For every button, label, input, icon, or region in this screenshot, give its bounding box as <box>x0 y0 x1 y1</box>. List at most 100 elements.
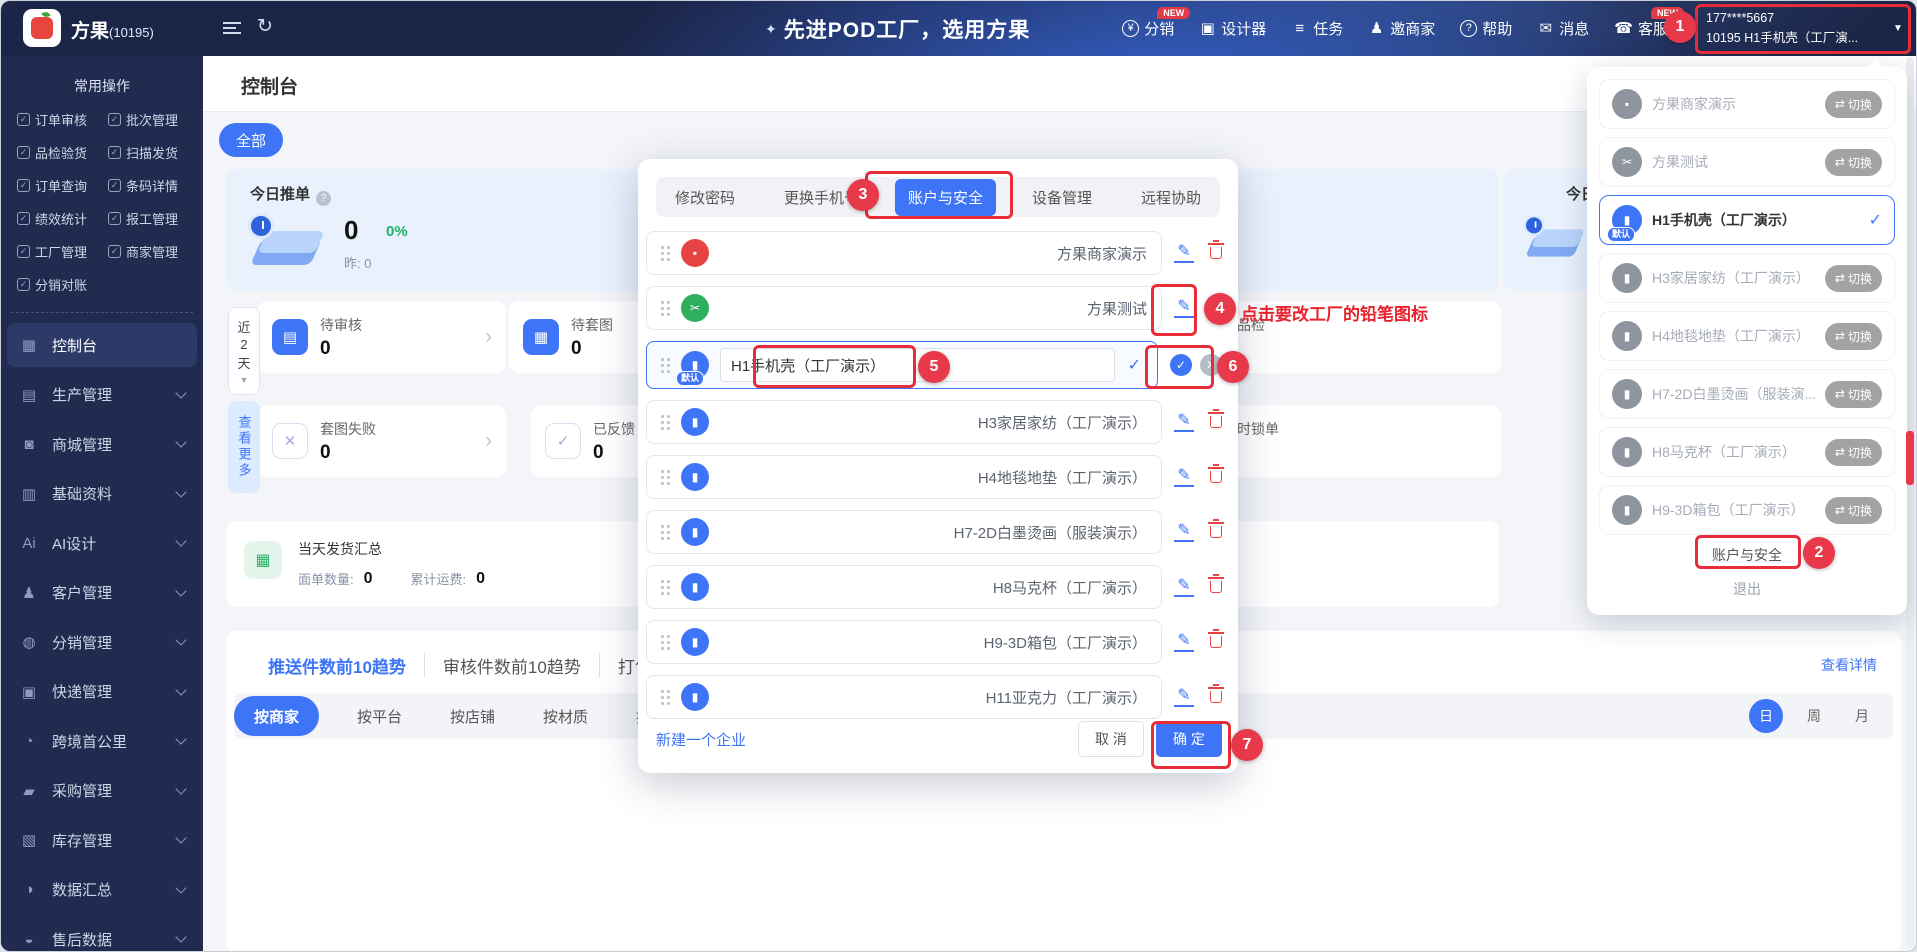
delete-trash-icon[interactable] <box>1207 295 1224 314</box>
dialog-tab[interactable]: 修改密码 <box>662 179 748 216</box>
view-more-button[interactable]: 查看更多 <box>228 401 260 493</box>
delete-trash-icon[interactable] <box>1207 519 1224 538</box>
sidebar-menu-item[interactable]: ♟ 客户管理 <box>7 571 197 615</box>
dialog-tab[interactable]: 账户与安全 <box>894 178 996 216</box>
stat-card-fitfail[interactable]: ✕ 套图失败 0 › <box>258 405 506 477</box>
topnav-item[interactable]: ♟ 邀商家 <box>1368 18 1435 39</box>
account-switch-item[interactable]: ▪ 方果商家演示 ⇄切换 ✓ <box>1599 79 1895 129</box>
delete-trash-icon[interactable] <box>1207 240 1224 259</box>
quick-op-item[interactable]: ✓ 扫描发货 <box>108 143 199 162</box>
delete-trash-icon[interactable] <box>1207 464 1224 483</box>
delete-trash-icon[interactable] <box>1207 409 1224 428</box>
drag-handle-icon[interactable] <box>661 357 670 373</box>
cancel-button[interactable]: 取 消 <box>1078 721 1144 757</box>
drag-handle-icon[interactable] <box>661 524 670 540</box>
sidebar-menu-item[interactable]: ▧ 库存管理 <box>7 818 197 862</box>
caret-down-icon[interactable]: ▼ <box>1893 23 1903 34</box>
topnav-item[interactable]: ? 帮助 <box>1460 18 1512 39</box>
dialog-tab[interactable]: 远程协助 <box>1128 179 1214 216</box>
sidebar-menu-item[interactable]: ▣ 快递管理 <box>7 670 197 714</box>
sidebar-menu-item[interactable]: ◍ 分销管理 <box>7 620 197 664</box>
dialog-tab[interactable]: 更换手机号 <box>771 179 872 216</box>
sidebar-menu-item[interactable]: ◙ 商城管理 <box>7 422 197 466</box>
edit-pencil-icon[interactable]: ✎ <box>1174 243 1194 264</box>
scrollbar[interactable] <box>1906 57 1914 948</box>
trend-filter-pill[interactable]: 按材质 <box>533 706 598 727</box>
quick-op-item[interactable]: ✓ 报工管理 <box>108 209 199 228</box>
drag-handle-icon[interactable] <box>661 579 670 595</box>
drag-handle-icon[interactable] <box>661 469 670 485</box>
confirm-button[interactable]: 确 定 <box>1156 721 1222 757</box>
account-switch-item[interactable]: ▮ H9-3D箱包（工厂演示） ⇄切换 ✓ <box>1599 485 1895 535</box>
quick-op-item[interactable]: ✓ 批次管理 <box>108 110 199 129</box>
quick-op-item[interactable]: ✓ 商家管理 <box>108 242 199 261</box>
period-button[interactable]: 周 <box>1797 699 1831 733</box>
edit-pencil-icon[interactable]: ✎ <box>1174 687 1194 708</box>
account-info[interactable]: 177****5667 10195 H1手机壳（工厂演... <box>1706 8 1892 48</box>
sidebar-menu-item[interactable]: ◔ 跨境首公里 <box>7 719 197 763</box>
question-icon[interactable]: ? <box>316 191 332 206</box>
drag-handle-icon[interactable] <box>661 245 670 261</box>
sidebar-menu-item[interactable]: ◒ 售后数据 <box>7 917 197 951</box>
delete-trash-icon[interactable] <box>1207 629 1224 648</box>
logout-link[interactable]: 退出 <box>1599 579 1895 599</box>
edit-pencil-icon[interactable]: ✎ <box>1174 467 1194 488</box>
account-security-link[interactable]: 账户与安全 <box>1599 545 1895 565</box>
period-button[interactable]: 日 <box>1749 699 1783 733</box>
trend-tab[interactable]: 审核件数前10趋势 <box>425 653 600 678</box>
quick-op-item[interactable]: ✓ 分销对账 <box>17 275 108 294</box>
drag-handle-icon[interactable] <box>661 300 670 316</box>
switch-button[interactable]: ⇄ 切换 <box>1824 90 1882 118</box>
new-company-link[interactable]: 新建一个企业 <box>656 729 746 750</box>
stat-card-audit[interactable]: ▤ 待审核 0 › <box>258 301 506 373</box>
account-switch-item[interactable]: ▮默认 H1手机壳（工厂演示） ⇄切换 ✓ <box>1599 195 1895 245</box>
switch-button[interactable]: ⇄ 切换 <box>1824 264 1882 292</box>
trend-filter-pill[interactable]: 按商家 <box>234 696 320 736</box>
quick-op-item[interactable]: ✓ 订单查询 <box>17 176 108 195</box>
switch-button[interactable]: ⇄ 切换 <box>1824 380 1882 408</box>
filter-all-button[interactable]: 全部 <box>219 123 283 157</box>
account-switch-item[interactable]: ▮ H8马克杯（工厂演示） ⇄切换 ✓ <box>1599 427 1895 477</box>
sidebar-menu-item[interactable]: Ai AI设计 <box>7 521 197 565</box>
collapse-sidebar-icon[interactable] <box>223 22 241 34</box>
period-button[interactable]: 月 <box>1845 699 1879 733</box>
account-switch-item[interactable]: ✂ 方果测试 ⇄切换 ✓ <box>1599 137 1895 187</box>
refresh-icon[interactable]: ↻ <box>257 15 273 38</box>
date-range-selector[interactable]: 近 2 天 ▼ <box>228 307 260 395</box>
sidebar-menu-item[interactable]: ▤ 生产管理 <box>7 373 197 417</box>
cancel-edit-icon[interactable]: ✕ <box>1200 354 1222 376</box>
quick-op-item[interactable]: ✓ 订单审核 <box>17 110 108 129</box>
topnav-item[interactable]: ✉ 消息 <box>1537 18 1589 39</box>
drag-handle-icon[interactable] <box>661 689 670 705</box>
switch-button[interactable]: ⇄ 切换 <box>1824 438 1882 466</box>
delete-trash-icon[interactable] <box>1207 574 1224 593</box>
topnav-item[interactable]: ▣ 设计器 <box>1199 18 1267 39</box>
switch-button[interactable]: ⇄ 切换 <box>1824 496 1882 524</box>
trend-filter-pill[interactable]: 按平台 <box>347 706 412 727</box>
sidebar-menu-item[interactable]: ▰ 采购管理 <box>7 769 197 813</box>
topnav-item[interactable]: ¥ 分销 NEW <box>1122 7 1191 39</box>
sidebar-menu-item[interactable]: ▦ 控制台 <box>7 323 197 367</box>
delete-trash-icon[interactable] <box>1207 684 1224 703</box>
topnav-item[interactable]: ☎ 客服 NEW <box>1614 7 1684 39</box>
topnav-item[interactable]: ≡ 任务 <box>1291 18 1343 39</box>
confirm-edit-icon[interactable]: ✓ <box>1170 354 1192 376</box>
account-switch-item[interactable]: ▮ H4地毯地垫（工厂演示） ⇄切换 ✓ <box>1599 311 1895 361</box>
edit-pencil-icon[interactable]: ✎ <box>1174 522 1194 543</box>
quick-op-item[interactable]: ✓ 条码详情 <box>108 176 199 195</box>
account-switch-item[interactable]: ▮ H7-2D白墨烫画（服装演... ⇄切换 ✓ <box>1599 369 1895 419</box>
quick-op-item[interactable]: ✓ 绩效统计 <box>17 209 108 228</box>
trend-filter-pill[interactable]: 按店铺 <box>440 706 505 727</box>
view-detail-link[interactable]: 查看详情 <box>1821 655 1877 675</box>
account-switch-item[interactable]: ▮ H3家居家纺（工厂演示） ⇄切换 ✓ <box>1599 253 1895 303</box>
edit-pencil-icon[interactable]: ✎ <box>1174 298 1194 319</box>
drag-handle-icon[interactable] <box>661 414 670 430</box>
sidebar-menu-item[interactable]: ◑ 数据汇总 <box>7 868 197 912</box>
trend-tab[interactable]: 推送件数前10趋势 <box>250 653 425 678</box>
sidebar-menu-item[interactable]: ▥ 基础资料 <box>7 472 197 516</box>
edit-pencil-icon[interactable]: ✎ <box>1174 577 1194 598</box>
quick-op-item[interactable]: ✓ 品检验货 <box>17 143 108 162</box>
edit-pencil-icon[interactable]: ✎ <box>1174 412 1194 433</box>
switch-button[interactable]: ⇄ 切换 <box>1824 148 1882 176</box>
company-name-input[interactable]: H1手机壳（工厂演示） <box>720 348 1115 382</box>
